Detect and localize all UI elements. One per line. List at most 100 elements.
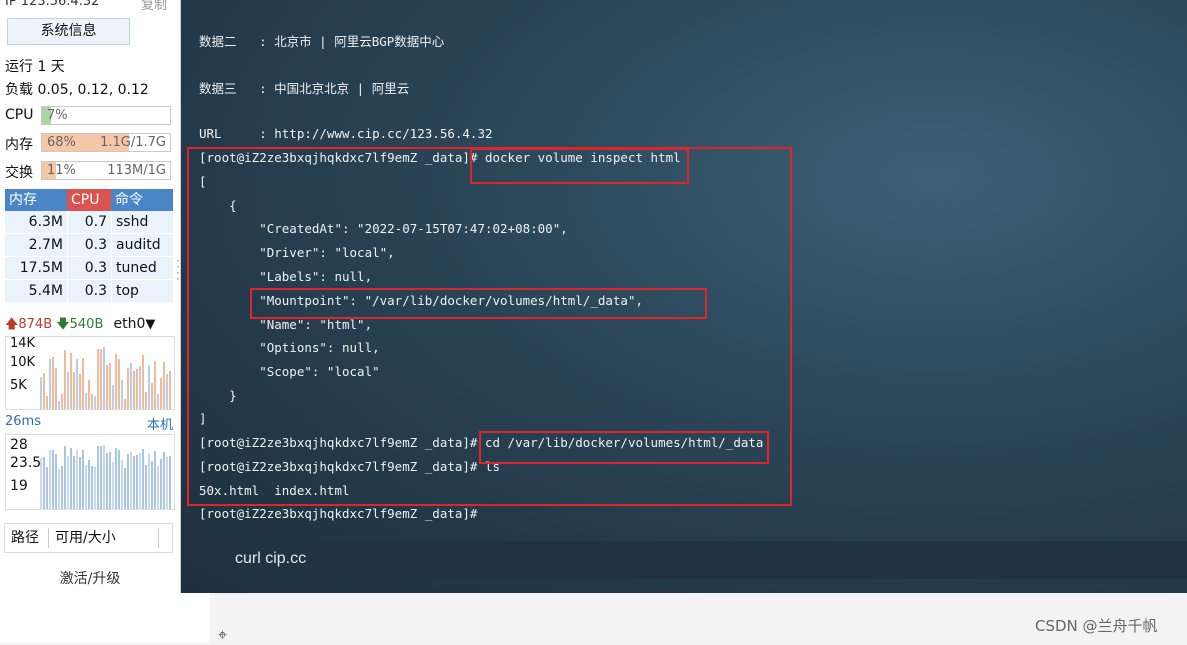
graph-bar: [91, 394, 93, 409]
graph-bar: [121, 380, 123, 409]
row-cpu: 0.3: [67, 280, 111, 302]
interface-select[interactable]: eth0: [114, 316, 146, 332]
graph-bar: [157, 394, 159, 409]
system-info-button[interactable]: 系统信息: [7, 18, 130, 45]
command-input[interactable]: curl cip.cc: [235, 550, 306, 568]
graph-bar: [130, 363, 132, 409]
graph-bar: [91, 466, 93, 509]
graph-bar: [52, 357, 54, 409]
row-mem: 17.5M: [19, 260, 63, 276]
graph-bar: [82, 358, 84, 409]
graph-bar: [100, 446, 102, 509]
graph-bar: [61, 466, 63, 509]
graph-bar: [58, 401, 60, 409]
swap-meter: 11% 113M/1G: [41, 161, 171, 180]
col-mem-header[interactable]: 内存: [5, 189, 67, 211]
activate-upgrade-link[interactable]: 激活/升级: [0, 568, 180, 588]
graph-bar: [148, 453, 150, 509]
graph-bar: [154, 361, 156, 409]
graph-bar: [139, 366, 141, 409]
graph-bar: [151, 383, 153, 409]
graph-bar: [151, 461, 153, 509]
graph-bar: [109, 452, 111, 509]
mem-percent: 68%: [47, 135, 76, 150]
graph-bar: [130, 452, 132, 509]
graph-bar: [55, 454, 57, 509]
graph-bar: [142, 355, 144, 409]
process-table-header: 内存 CPU 命令: [5, 189, 173, 211]
command-input-bar[interactable]: curl cip.cc: [215, 541, 1187, 579]
graph-bar: [103, 445, 105, 509]
graph-bar: [133, 371, 135, 409]
net-graph-label: 5K: [10, 378, 27, 393]
graph-bar: [115, 448, 117, 509]
graph-bar: [52, 450, 54, 509]
graph-bar: [163, 362, 165, 409]
graph-bar: [76, 450, 78, 509]
splitter-handle-icon[interactable]: · · · ·: [176, 255, 180, 285]
uptime: 运行 1 天: [5, 59, 65, 75]
latency-graph-bars: [40, 435, 172, 509]
col-usage-header[interactable]: 可用/大小: [55, 524, 116, 552]
network-graph: 14K 10K 5K: [5, 336, 175, 410]
latency-graph-label: 19: [10, 478, 28, 494]
watermark: CSDN @兰舟千帆: [1035, 617, 1158, 635]
graph-bar: [112, 462, 114, 509]
graph-bar: [43, 457, 45, 509]
col-path-header[interactable]: 路径: [11, 524, 39, 552]
graph-bar: [154, 451, 156, 509]
graph-bar: [124, 399, 126, 409]
graph-bar: [70, 448, 72, 509]
graph-bar: [49, 359, 51, 409]
row-cmd: sshd: [111, 211, 173, 233]
graph-bar: [166, 457, 168, 509]
terminal-line: [root@iZ2ze3bxqjhqkdxc7lf9emZ _data]#: [199, 506, 478, 521]
terminal-line: 数据二 : 北京市 | 阿里云BGP数据中心: [199, 34, 445, 49]
graph-bar: [46, 396, 48, 409]
graph-bar: [73, 456, 75, 509]
graph-bar: [148, 365, 150, 409]
col-cmd-header[interactable]: 命令: [111, 189, 173, 211]
terminal-line: URL : http://www.cip.cc/123.56.4.32: [199, 126, 493, 141]
upload-rate: 874B: [18, 317, 53, 332]
divider: [48, 528, 49, 548]
ip-address: IP 123.56.4.32: [5, 0, 100, 9]
graph-bar: [88, 380, 90, 409]
graph-bar: [109, 363, 111, 409]
mem-label: 内存: [5, 137, 33, 153]
graph-bar: [103, 347, 105, 409]
row-mem: 6.3M: [28, 214, 63, 230]
graph-bar: [118, 450, 120, 509]
swap-label: 交换: [5, 165, 33, 181]
table-row: 6.3M 0.7 sshd: [5, 211, 173, 234]
graph-bar: [106, 453, 108, 509]
graph-bar: [94, 396, 96, 409]
latency-target[interactable]: 本机: [147, 414, 173, 433]
graph-bar: [97, 349, 99, 409]
monitor-sidebar: IP 123.56.4.32 复制 系统信息 运行 1 天 负载 0.05, 0…: [0, 0, 181, 593]
table-row: 17.5M 0.3 tuned: [5, 257, 173, 280]
row-cpu: 0.3: [67, 257, 111, 279]
col-cpu-header[interactable]: CPU: [67, 189, 111, 211]
copy-ip-link[interactable]: 复制: [141, 0, 167, 13]
bottom-left-panel: [0, 593, 210, 643]
graph-bar: [46, 467, 48, 509]
network-row: 🡅874B 🡇540B eth0▼: [5, 315, 175, 337]
bottom-strip: ⌖ CSDN @兰舟千帆: [0, 593, 1187, 645]
graph-bar: [136, 455, 138, 509]
ip-row: IP 123.56.4.32 复制: [5, 0, 175, 13]
terminal-pane[interactable]: 数据二 : 北京市 | 阿里云BGP数据中心 数据三 : 中国北京北京 | 阿里…: [181, 0, 1187, 593]
graph-bar: [40, 458, 42, 509]
graph-bar: [61, 394, 63, 409]
chevron-down-icon[interactable]: ▼: [145, 317, 155, 332]
swap-percent: 11%: [47, 163, 76, 178]
graph-bar: [79, 457, 81, 509]
graph-bar: [73, 372, 75, 409]
graph-bar: [67, 456, 69, 509]
graph-bar: [160, 378, 162, 409]
crosshair-icon[interactable]: ⌖: [218, 625, 227, 645]
latency-graph-label: 23.5: [10, 455, 42, 471]
graph-bar: [133, 456, 135, 509]
graph-bar: [169, 371, 171, 409]
graph-bar: [145, 465, 147, 509]
